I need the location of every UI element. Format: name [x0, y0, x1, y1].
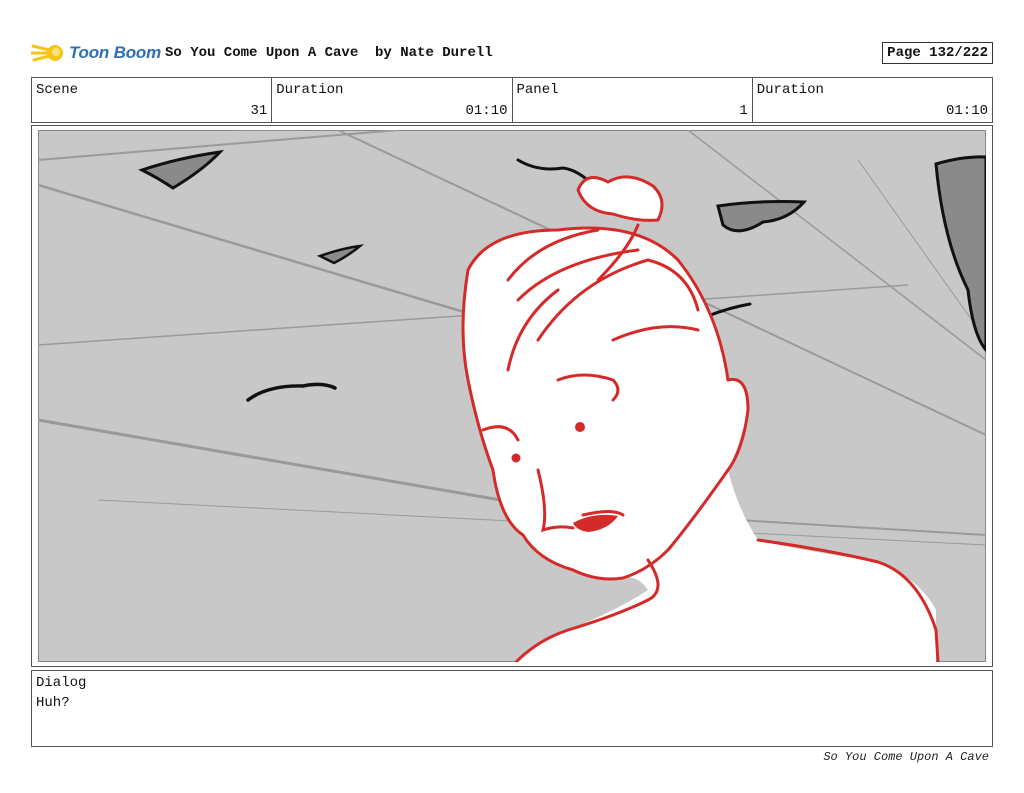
dialog-text: Huh?: [36, 695, 70, 711]
storyboard-header: Toon Boom So You Come Upon A Cave by Nat…: [31, 36, 993, 70]
scene-duration-cell: Duration 01:10: [272, 78, 513, 122]
dialog-label: Dialog: [36, 675, 87, 691]
scene-value: 31: [250, 103, 268, 119]
panel-value: 1: [739, 103, 748, 119]
scene-cell: Scene 31: [32, 78, 273, 122]
panel-duration-value: 01:10: [945, 103, 988, 119]
page-number: Page 132/222: [882, 42, 993, 64]
panel-duration-label: Duration: [756, 82, 824, 98]
toon-boom-logo: Toon Boom: [31, 38, 161, 68]
scene-duration-label: Duration: [276, 82, 344, 98]
panel-frame: [31, 125, 993, 667]
panel-sketch: [38, 130, 986, 662]
eye-left: [511, 453, 521, 463]
logo-text: Toon Boom: [69, 43, 161, 62]
panel-cell: Panel 1: [513, 78, 753, 122]
eye-right: [575, 422, 585, 432]
footer-title: So You Come Upon A Cave: [823, 750, 989, 764]
dialog-box: Dialog Huh?: [31, 670, 993, 747]
scene-label: Scene: [36, 82, 79, 98]
panel-label: Panel: [516, 82, 559, 98]
storyboard-title: So You Come Upon A Cave by Nate Durell: [165, 45, 493, 61]
scene-duration-value: 01:10: [465, 103, 508, 119]
scene-info-table: Scene 31 Duration 01:10 Panel 1 Duration…: [31, 77, 993, 123]
comet-icon: [31, 44, 63, 62]
panel-duration-cell: Duration 01:10: [753, 78, 992, 122]
